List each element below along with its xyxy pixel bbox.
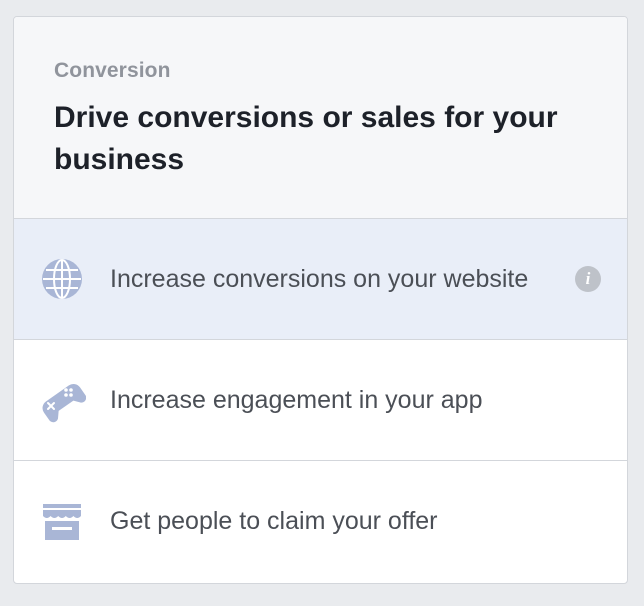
card-header: Conversion Drive conversions or sales fo…: [14, 17, 627, 219]
globe-icon: [38, 255, 86, 303]
option-app-engagement[interactable]: Increase engagement in your app: [14, 340, 627, 461]
objective-title: Drive conversions or sales for your busi…: [54, 101, 558, 176]
objective-card: Conversion Drive conversions or sales fo…: [13, 16, 628, 584]
option-label: Increase conversions on your website: [110, 264, 529, 293]
storefront-icon: [38, 498, 86, 546]
option-label: Increase engagement in your app: [110, 385, 483, 414]
info-icon[interactable]: i: [575, 266, 601, 292]
gamepad-icon: [38, 376, 86, 424]
option-claim-offer[interactable]: Get people to claim your offer: [14, 461, 627, 582]
option-label: Get people to claim your offer: [110, 507, 438, 535]
option-website-conversions[interactable]: Increase conversions on your website i: [14, 219, 627, 340]
objective-category: Conversion: [54, 59, 171, 82]
